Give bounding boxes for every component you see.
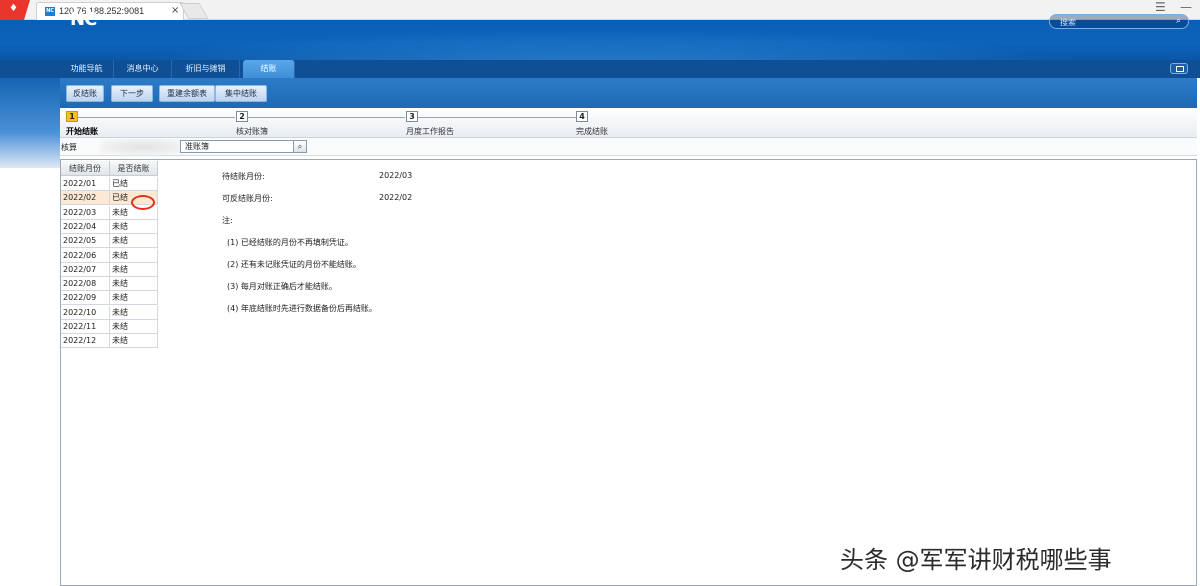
tab-closing[interactable]: 结账: [243, 60, 295, 78]
next-step-button[interactable]: 下一步: [111, 85, 153, 102]
search-icon[interactable]: ⌕: [293, 140, 307, 153]
account-book-label: 核算: [61, 143, 77, 152]
month-cell[interactable]: 2022/11: [61, 320, 110, 334]
month-cell[interactable]: 2022/07: [61, 263, 110, 277]
status-cell[interactable]: 未结: [110, 306, 158, 320]
status-cell[interactable]: 已结: [110, 177, 158, 191]
step-connector: [78, 117, 235, 118]
note-title: 注:: [222, 216, 233, 225]
pending-month-label: 待结账月份:: [222, 172, 265, 181]
month-cell[interactable]: 2022/12: [61, 334, 110, 348]
global-search-input[interactable]: 搜索 ⌕: [1049, 14, 1189, 29]
note-item: (2) 还有未记账凭证的月份不能结账。: [227, 260, 361, 269]
note-item: (4) 年底结账时先进行数据备份后再结账。: [227, 304, 377, 313]
month-cell[interactable]: 2022/03: [61, 206, 110, 220]
tab-depreciation[interactable]: 折旧与摊销: [172, 60, 240, 78]
month-cell[interactable]: 2022/10: [61, 306, 110, 320]
step-connector: [248, 117, 405, 118]
browser-tab[interactable]: NC 120.76.188.252:9081 ×: [36, 2, 184, 20]
month-cell[interactable]: 2022/08: [61, 277, 110, 291]
watermark-text: 头条 @军军讲财税哪些事: [840, 546, 1112, 574]
closing-info-panel: [216, 159, 1197, 586]
step-connector: [418, 117, 576, 118]
column-header-month[interactable]: 结账月份: [61, 161, 110, 176]
tab-message-center[interactable]: 消息中心: [114, 60, 172, 78]
rebuild-balance-button[interactable]: 重建余额表: [159, 85, 215, 102]
pending-month-value: 2022/03: [379, 171, 413, 180]
tab-function-nav[interactable]: 功能导航: [60, 60, 114, 78]
reverse-closing-button[interactable]: 反结账: [66, 85, 104, 102]
nc-favicon-icon: NC: [45, 7, 55, 16]
status-cell[interactable]: 未结: [110, 334, 158, 348]
status-cell[interactable]: 未结: [110, 263, 158, 277]
step-3-number: 3: [406, 111, 418, 122]
status-cell[interactable]: 未结: [110, 277, 158, 291]
note-item: (1) 已经结账的月份不再填制凭证。: [227, 238, 353, 247]
batch-closing-button[interactable]: 集中结账: [215, 85, 267, 102]
menu-icon[interactable]: ☰: [1155, 0, 1166, 14]
step-3-label[interactable]: 月度工作报告: [406, 126, 454, 137]
step-2-label[interactable]: 核对账簿: [236, 126, 268, 137]
annotation-circle: [131, 195, 155, 210]
note-item: (3) 每月对账正确后才能结账。: [227, 282, 337, 291]
tab-close-icon[interactable]: ×: [171, 5, 179, 16]
step-wizard: [60, 108, 1197, 138]
step-1-label[interactable]: 开始结账: [66, 126, 98, 137]
status-cell[interactable]: 未结: [110, 220, 158, 234]
step-1-number: 1: [66, 111, 78, 122]
app-header: [0, 20, 1200, 60]
nc-logo: NC: [70, 9, 97, 30]
reversible-month-value: 2022/02: [379, 193, 413, 202]
month-cell[interactable]: 2022/01: [61, 177, 110, 191]
status-cell[interactable]: 未结: [110, 291, 158, 305]
reversible-month-label: 可反结账月份:: [222, 194, 273, 203]
month-cell[interactable]: 2022/02: [61, 191, 110, 205]
month-cell[interactable]: 2022/04: [61, 220, 110, 234]
step-2-number: 2: [236, 111, 248, 122]
account-book-field[interactable]: 准账簿: [180, 140, 294, 153]
step-4-label[interactable]: 完成结账: [576, 126, 608, 137]
sidebar-strip: [0, 78, 60, 168]
month-cell[interactable]: 2022/06: [61, 249, 110, 263]
search-placeholder: 搜索: [1060, 18, 1076, 27]
minimize-icon[interactable]: —: [1180, 0, 1192, 14]
step-4-number: 4: [576, 111, 588, 122]
search-icon[interactable]: ⌕: [1176, 16, 1181, 26]
blurred-region: [100, 139, 185, 155]
status-cell[interactable]: 未结: [110, 320, 158, 334]
status-cell[interactable]: 未结: [110, 234, 158, 248]
month-cell[interactable]: 2022/05: [61, 234, 110, 248]
month-cell[interactable]: 2022/09: [61, 291, 110, 305]
restore-icon[interactable]: [1170, 63, 1188, 74]
status-cell[interactable]: 未结: [110, 249, 158, 263]
column-header-status[interactable]: 是否结账: [110, 161, 158, 176]
